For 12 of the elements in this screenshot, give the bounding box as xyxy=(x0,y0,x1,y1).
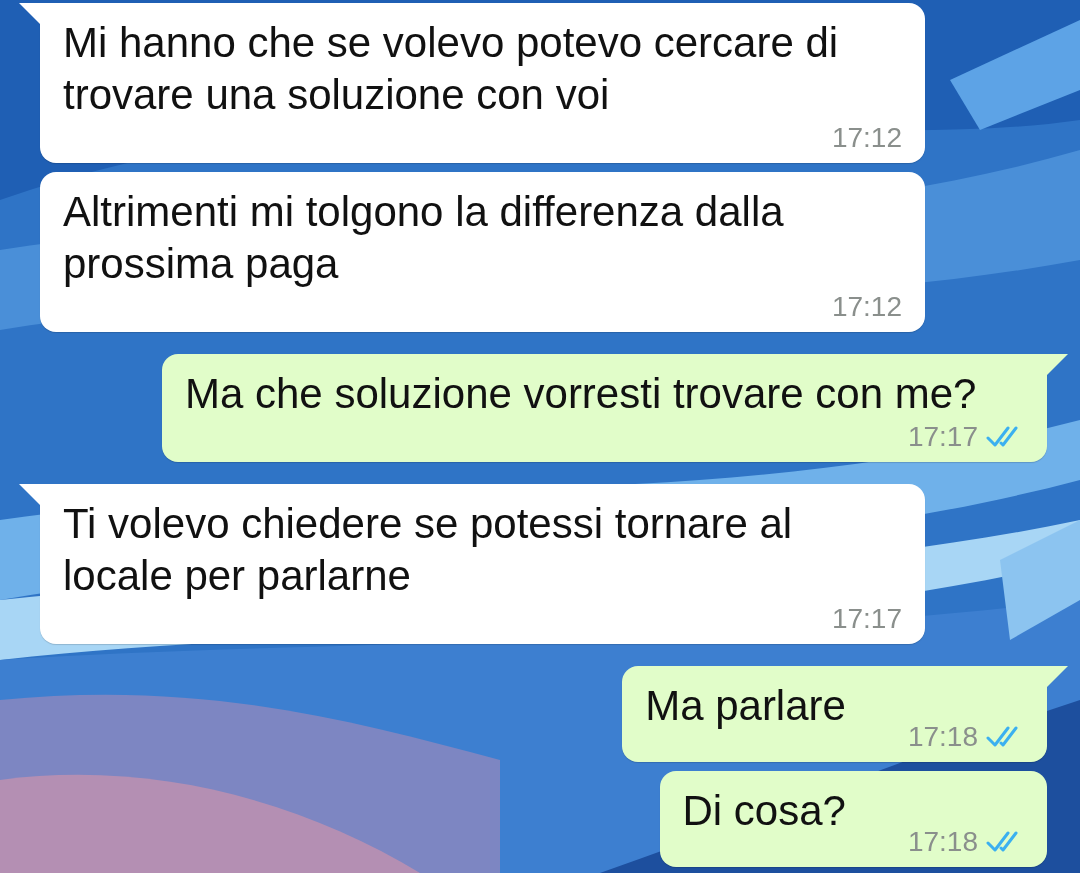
message-text: Altrimenti mi tolgono la differenza dalla prossima paga xyxy=(63,187,785,289)
message-text: Mi hanno che se volevo potevo cercare di trovare una soluzione con voi xyxy=(63,18,840,120)
message-time: 17:17 xyxy=(907,420,978,454)
message-text: Ma parlare xyxy=(645,681,846,731)
message-time: 17:17 xyxy=(831,602,902,636)
message-text: Ti volevo chiedere se potessi tornare al locale per parlarne xyxy=(63,499,794,601)
message-time: 17:12 xyxy=(831,121,902,155)
message-text: Ma che soluzione vorresti trovare con me? xyxy=(185,369,977,419)
message-time: 17:12 xyxy=(831,290,902,324)
message-time: 17:18 xyxy=(907,720,978,754)
message-time: 17:18 xyxy=(907,825,978,859)
message-text: Di cosa? xyxy=(682,786,846,836)
